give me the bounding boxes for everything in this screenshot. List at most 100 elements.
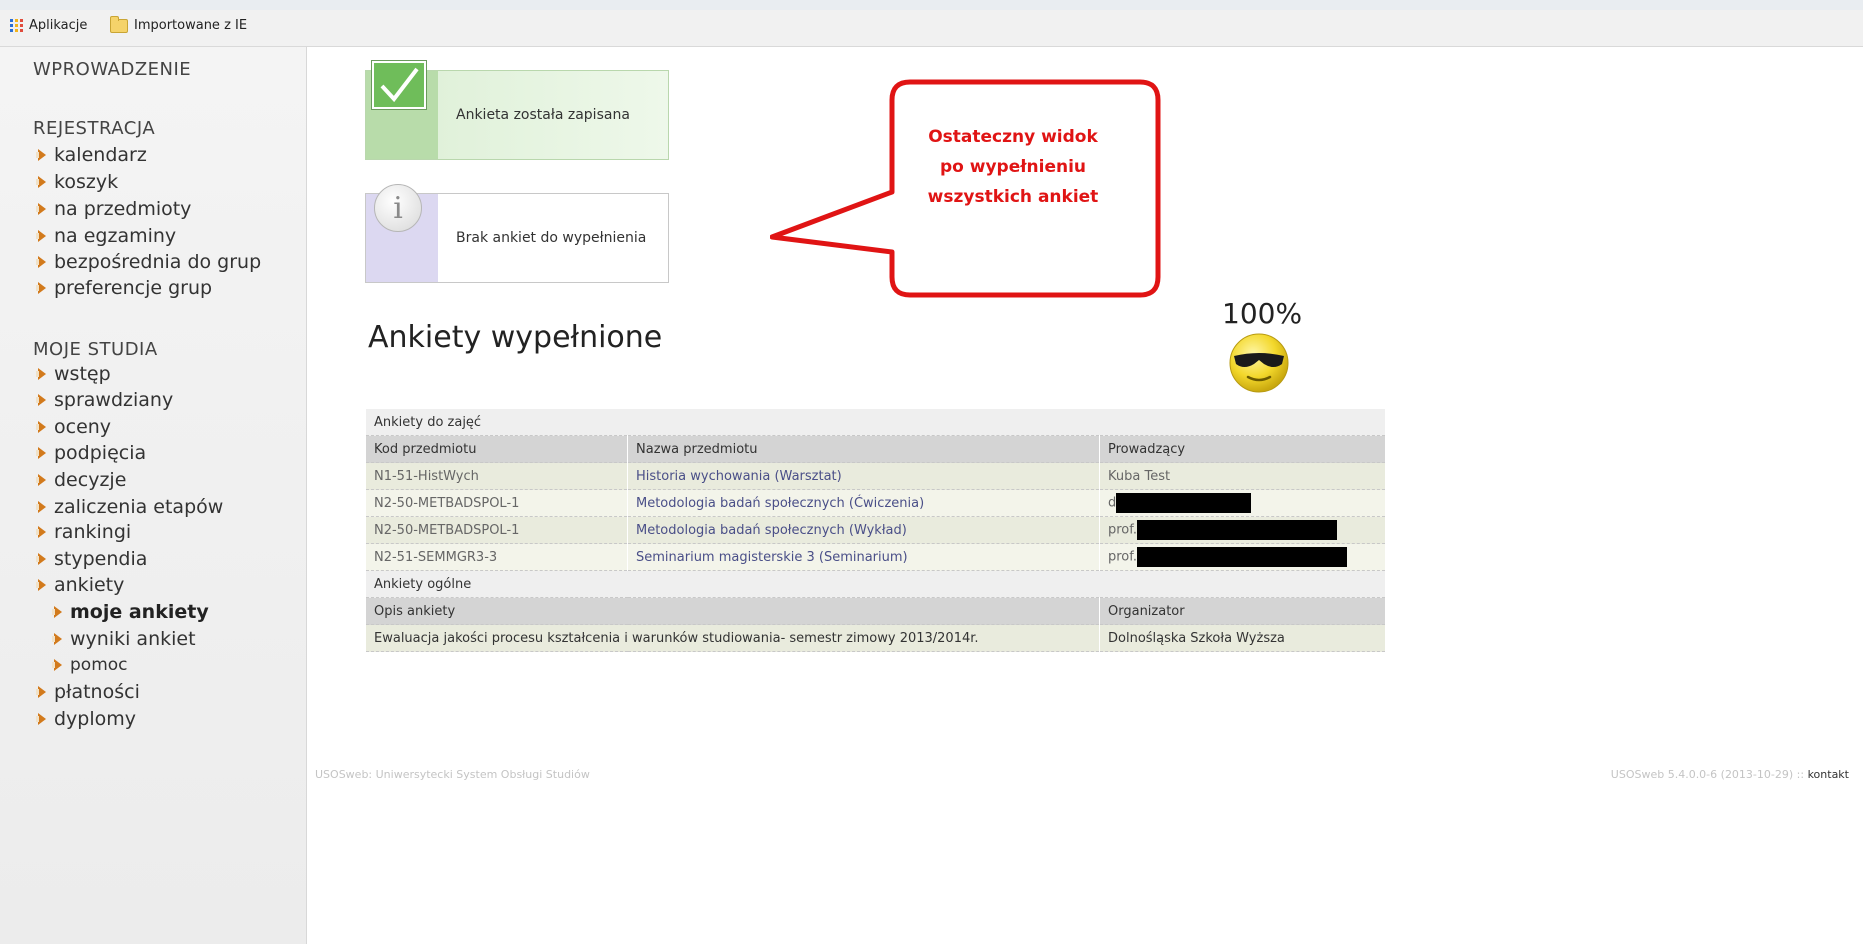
nav-item-podpiecia[interactable]: podpięcia — [36, 442, 147, 464]
arrow-bullet-icon — [36, 501, 46, 513]
nav-item-label: wyniki ankiet — [70, 628, 196, 650]
surveys-table: Ankiety do zajęć Kod przedmiotu Nazwa pr… — [366, 409, 1386, 652]
bookmarks-bar: Aplikacje Importowane z IE — [0, 10, 1863, 47]
course-name-link[interactable]: Seminarium magisterskie 3 (Seminarium) — [627, 543, 1100, 571]
nav-item-preferencje[interactable]: preferencje grup — [36, 277, 212, 299]
nav-item-zaliczenia[interactable]: zaliczenia etapów — [36, 496, 224, 518]
nav-subitem-wyniki-ankiet[interactable]: wyniki ankiet — [52, 628, 196, 650]
course-teacher-cell: prof. — [1099, 516, 1386, 544]
nav-item-label: koszyk — [54, 171, 119, 193]
completion-percent: 100% — [1222, 297, 1303, 330]
course-teacher: prof. — [1108, 522, 1138, 538]
table-row: N1-51-HistWych Historia wychowania (Wars… — [366, 462, 1386, 490]
nav-item-oceny[interactable]: oceny — [36, 416, 111, 438]
nav-item-stypendia[interactable]: stypendia — [36, 548, 148, 570]
nav-item-label: na egzaminy — [54, 225, 177, 247]
nav-item-kalendarz[interactable]: kalendarz — [36, 144, 147, 166]
nav-item-label: stypendia — [54, 548, 148, 570]
arrow-bullet-icon — [36, 149, 46, 161]
nav-item-label: sprawdziany — [54, 389, 174, 411]
col-header-name: Nazwa przedmiotu — [627, 435, 1100, 463]
nav-item-label: podpięcia — [54, 442, 147, 464]
nav-item-label: pomoc — [70, 655, 128, 675]
nav-item-label: moje ankiety — [70, 601, 209, 623]
info-message: i Brak ankiet do wypełnienia — [365, 184, 669, 283]
nav-item-label: na przedmioty — [54, 198, 192, 220]
table-row: Ewaluacja jakości procesu kształcenia i … — [366, 624, 1386, 652]
group-title-general-surveys: Ankiety ogólne — [366, 570, 1386, 598]
apps-grid-icon — [10, 19, 23, 32]
table-group-header: Ankiety ogólne — [366, 570, 1386, 598]
nav-item-platnosci[interactable]: płatności — [36, 681, 140, 703]
course-code: N2-50-METBADSPOL-1 — [366, 516, 628, 544]
success-message-text: Ankieta została zapisana — [456, 107, 630, 123]
bookmark-apps[interactable]: Aplikacje — [10, 18, 87, 33]
course-name-link[interactable]: Metodologia badań społecznych (Ćwiczenia… — [627, 489, 1100, 517]
footer-contact-link[interactable]: kontakt — [1808, 768, 1849, 781]
checkmark-icon — [372, 61, 426, 109]
table-header-row: Opis ankiety Organizator — [366, 597, 1386, 625]
arrow-bullet-icon — [52, 606, 62, 618]
info-icon: i — [374, 184, 422, 232]
bookmark-folder-imported[interactable]: Importowane z IE — [110, 15, 247, 33]
nav-intro[interactable]: WPROWADZENIE — [33, 59, 191, 80]
course-code: N1-51-HistWych — [366, 462, 628, 490]
page-title: Ankiety wypełnione — [368, 320, 663, 355]
course-name-link[interactable]: Metodologia badań społecznych (Wykład) — [627, 516, 1100, 544]
arrow-bullet-icon — [36, 447, 46, 459]
col-header-code: Kod przedmiotu — [366, 435, 628, 463]
group-title-course-surveys: Ankiety do zajęć — [366, 409, 1386, 436]
survey-organizer: Dolnośląska Szkoła Wyższa — [1099, 624, 1386, 652]
nav-item-bezposrednia[interactable]: bezpośrednia do grup — [36, 251, 262, 273]
course-teacher-cell: d — [1099, 489, 1386, 517]
table-row: N2-50-METBADSPOL-1 Metodologia badań spo… — [366, 489, 1386, 517]
nav-section-studies[interactable]: MOJE STUDIA — [33, 339, 158, 360]
nav-item-label: wstęp — [54, 363, 111, 385]
nav-item-ankiety[interactable]: ankiety — [36, 574, 124, 596]
nav-item-label: zaliczenia etapów — [54, 496, 224, 518]
callout-line-3: wszystkich ankiet — [927, 187, 1099, 207]
course-teacher: Kuba Test — [1099, 462, 1386, 490]
course-code: N2-51-SEMMGR3-3 — [366, 543, 628, 571]
nav-item-wstep[interactable]: wstęp — [36, 363, 111, 385]
arrow-bullet-icon — [36, 421, 46, 433]
nav-item-label: decyzje — [54, 469, 127, 491]
course-teacher-cell: prof. — [1099, 543, 1386, 571]
callout-text: Ostateczny widok po wypełnieniu wszystki… — [878, 122, 1148, 212]
table-row: N2-51-SEMMGR3-3 Seminarium magisterskie … — [366, 543, 1386, 571]
info-message-text: Brak ankiet do wypełnienia — [456, 230, 647, 246]
arrow-bullet-icon — [36, 553, 46, 565]
success-message: Ankieta została zapisana — [365, 61, 669, 160]
arrow-bullet-icon — [52, 659, 62, 671]
nav-item-rankingi[interactable]: rankingi — [36, 521, 131, 543]
survey-description: Ewaluacja jakości procesu kształcenia i … — [366, 624, 1100, 652]
nav-item-decyzje[interactable]: decyzje — [36, 469, 127, 491]
arrow-bullet-icon — [36, 686, 46, 698]
course-code: N2-50-METBADSPOL-1 — [366, 489, 628, 517]
arrow-bullet-icon — [36, 203, 46, 215]
arrow-bullet-icon — [36, 579, 46, 591]
course-teacher: d — [1108, 495, 1117, 511]
table-group-header: Ankiety do zajęć — [366, 409, 1386, 436]
table-header-row: Kod przedmiotu Nazwa przedmiotu Prowadzą… — [366, 435, 1386, 463]
footer-system-name: USOSweb: Uniwersytecki System Obsługi St… — [315, 768, 590, 781]
footer-version: USOSweb 5.4.0.0-6 (2013-10-29) :: kontak… — [1611, 768, 1849, 781]
sunglasses-smiley-icon — [1229, 333, 1289, 393]
redaction-bar — [1137, 547, 1348, 567]
arrow-bullet-icon — [36, 282, 46, 294]
nav-item-na-przedmioty[interactable]: na przedmioty — [36, 198, 192, 220]
arrow-bullet-icon — [36, 368, 46, 380]
arrow-bullet-icon — [36, 526, 46, 538]
nav-item-label: dyplomy — [54, 708, 137, 730]
nav-section-registration[interactable]: REJESTRACJA — [33, 118, 155, 139]
page-bottom — [307, 800, 1863, 944]
nav-item-koszyk[interactable]: koszyk — [36, 171, 119, 193]
course-name-link[interactable]: Historia wychowania (Warsztat) — [627, 462, 1100, 490]
nav-subitem-moje-ankiety[interactable]: moje ankiety — [52, 601, 209, 623]
nav-subitem-pomoc[interactable]: pomoc — [52, 655, 128, 675]
nav-item-sprawdziany[interactable]: sprawdziany — [36, 389, 174, 411]
nav-item-na-egzaminy[interactable]: na egzaminy — [36, 225, 177, 247]
arrow-bullet-icon — [36, 713, 46, 725]
nav-item-dyplomy[interactable]: dyplomy — [36, 708, 137, 730]
nav-item-label: bezpośrednia do grup — [54, 251, 262, 273]
